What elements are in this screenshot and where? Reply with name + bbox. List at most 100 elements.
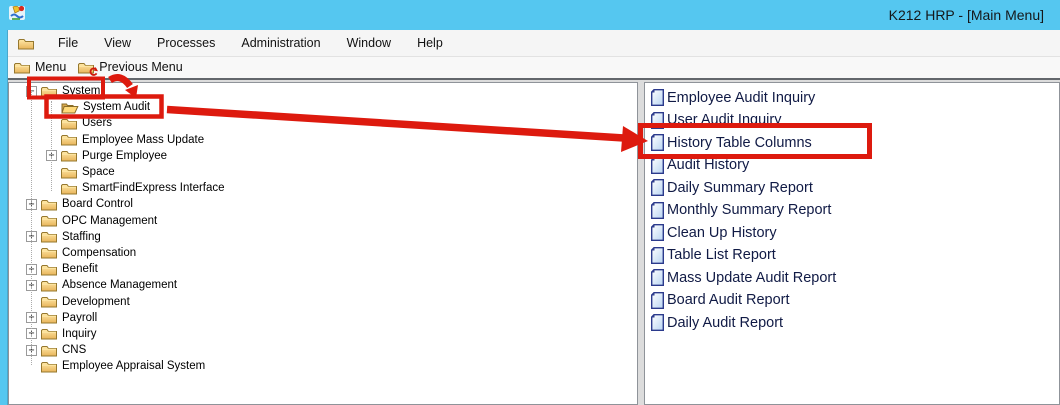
menu-list-item-daily-summary-report[interactable]: Daily Summary Report xyxy=(645,177,1059,200)
folder-icon xyxy=(61,166,78,179)
tree-item-label: Purge Employee xyxy=(82,150,167,162)
tree-item-label: CNS xyxy=(62,344,86,356)
tree-item-cns[interactable]: + CNS xyxy=(9,342,637,358)
app-icon[interactable] xyxy=(8,4,27,23)
page-icon xyxy=(650,89,665,106)
folder-icon xyxy=(41,295,58,308)
tree-item-label: Board Control xyxy=(62,198,133,210)
menu-list-item-table-list-report[interactable]: Table List Report xyxy=(645,244,1059,267)
open-folder-icon xyxy=(61,101,79,114)
menu-list-item-history-table-columns[interactable]: History Table Columns xyxy=(645,132,1059,155)
menu-list-item-clean-up-history[interactable]: Clean Up History xyxy=(645,222,1059,245)
toolbar: Menu Previous Menu xyxy=(8,57,1060,78)
page-icon xyxy=(650,179,665,196)
tree-connector-line xyxy=(51,101,52,191)
tree-item-label: System xyxy=(62,85,100,97)
tree-item-opc-management[interactable]: OPC Management xyxy=(9,213,637,229)
folder-icon xyxy=(61,149,78,162)
tree-item-employee-appraisal-system[interactable]: Employee Appraisal System xyxy=(9,358,637,374)
toolbar-button-label: Menu xyxy=(35,60,66,74)
folder-icon xyxy=(61,133,78,146)
tree-item-inquiry[interactable]: + Inquiry xyxy=(9,326,637,342)
menu-list-item-monthly-summary-report[interactable]: Monthly Summary Report xyxy=(645,199,1059,222)
tree-item-space[interactable]: Space xyxy=(9,164,637,180)
menu-list-item-employee-audit-inquiry[interactable]: Employee Audit Inquiry xyxy=(645,87,1059,110)
menu-list-item-audit-history[interactable]: Audit History xyxy=(645,154,1059,177)
application-window: K212 HRP - [Main Menu] FileViewProcesses… xyxy=(0,0,1060,405)
folder-icon xyxy=(41,311,58,324)
menu-window[interactable]: Window xyxy=(334,36,404,50)
folder-icon xyxy=(41,279,58,292)
mdi-child-folder-icon[interactable] xyxy=(18,37,35,50)
page-icon xyxy=(650,247,665,264)
tree-item-label: Payroll xyxy=(62,312,97,324)
menu-administration[interactable]: Administration xyxy=(228,36,333,50)
tree-item-staffing[interactable]: + Staffing xyxy=(9,229,637,245)
menu-list-item-label: History Table Columns xyxy=(667,135,812,151)
menu-file[interactable]: File xyxy=(45,36,91,50)
folder-icon xyxy=(61,117,78,130)
tree-item-board-control[interactable]: + Board Control xyxy=(9,196,637,212)
folder-icon xyxy=(41,230,58,243)
menu-list-item-label: Mass Update Audit Report xyxy=(667,270,836,286)
folder-icon xyxy=(41,214,58,227)
tree-item-label: Benefit xyxy=(62,263,98,275)
tree-item-label: System Audit xyxy=(83,101,150,113)
menu-list-item-label: Board Audit Report xyxy=(667,292,790,308)
tree-item-system[interactable]: − System xyxy=(9,83,637,99)
folder-icon xyxy=(61,182,78,195)
mdi-client-area: − System System Audit Users Employee Mas… xyxy=(8,78,1060,405)
menu-list-item-board-audit-report[interactable]: Board Audit Report xyxy=(645,289,1059,312)
window-title: K212 HRP - [Main Menu] xyxy=(889,0,1044,30)
menu-items-panel: Employee Audit Inquiry User Audit Inquir… xyxy=(644,82,1060,405)
menu-list-item-label: Daily Summary Report xyxy=(667,180,813,196)
tree-item-label: SmartFindExpress Interface xyxy=(82,182,225,194)
tree-item-employee-mass-update[interactable]: Employee Mass Update xyxy=(9,132,637,148)
menu-item-list: Employee Audit Inquiry User Audit Inquir… xyxy=(645,83,1059,404)
page-icon xyxy=(650,112,665,129)
tree-item-system-audit[interactable]: System Audit xyxy=(9,99,637,115)
window-frame-left xyxy=(0,30,8,405)
title-bar: K212 HRP - [Main Menu] xyxy=(0,0,1060,30)
page-icon xyxy=(650,202,665,219)
folder-icon xyxy=(41,85,58,98)
page-icon xyxy=(650,157,665,174)
tree-item-label: Staffing xyxy=(62,231,101,243)
tree-item-label: Users xyxy=(82,117,112,129)
page-icon xyxy=(650,314,665,331)
menu-view[interactable]: View xyxy=(91,36,144,50)
menu-list-item-label: Daily Audit Report xyxy=(667,315,783,331)
folder-icon xyxy=(14,61,31,74)
tree-item-label: Absence Management xyxy=(62,279,177,291)
tree-item-compensation[interactable]: Compensation xyxy=(9,245,637,261)
menu-help[interactable]: Help xyxy=(404,36,456,50)
page-icon xyxy=(650,292,665,309)
tree-item-label: Compensation xyxy=(62,247,136,259)
menu-list-item-label: Table List Report xyxy=(667,247,776,263)
page-icon xyxy=(650,134,665,151)
tree-item-users[interactable]: Users xyxy=(9,115,637,131)
navigation-tree-panel: − System System Audit Users Employee Mas… xyxy=(8,82,638,405)
menu-list-item-label: Audit History xyxy=(667,157,749,173)
menu-list-item-mass-update-audit-report[interactable]: Mass Update Audit Report xyxy=(645,267,1059,290)
tree-item-purge-employee[interactable]: + Purge Employee xyxy=(9,148,637,164)
tree-item-smartfindexpress-interface[interactable]: SmartFindExpress Interface xyxy=(9,180,637,196)
folder-icon xyxy=(41,344,58,357)
folder-previous-icon xyxy=(78,61,95,74)
menu-list-item-daily-audit-report[interactable]: Daily Audit Report xyxy=(645,312,1059,335)
menu-list-item-label: User Audit Inquiry xyxy=(667,112,781,128)
menu-tree: − System System Audit Users Employee Mas… xyxy=(9,83,637,404)
folder-icon xyxy=(41,327,58,340)
tree-item-payroll[interactable]: + Payroll xyxy=(9,310,637,326)
menu-processes[interactable]: Processes xyxy=(144,36,228,50)
tree-item-label: Employee Appraisal System xyxy=(62,360,205,372)
tree-item-benefit[interactable]: + Benefit xyxy=(9,261,637,277)
menu-list-item-label: Clean Up History xyxy=(667,225,777,241)
menu-list-item-user-audit-inquiry[interactable]: User Audit Inquiry xyxy=(645,109,1059,132)
toolbar-button-previous-menu[interactable]: Previous Menu xyxy=(72,57,188,78)
tree-item-development[interactable]: Development xyxy=(9,293,637,309)
tree-item-absence-management[interactable]: + Absence Management xyxy=(9,277,637,293)
tree-item-label: Development xyxy=(62,296,130,308)
toolbar-button-menu[interactable]: Menu xyxy=(8,57,72,78)
folder-icon xyxy=(41,198,58,211)
